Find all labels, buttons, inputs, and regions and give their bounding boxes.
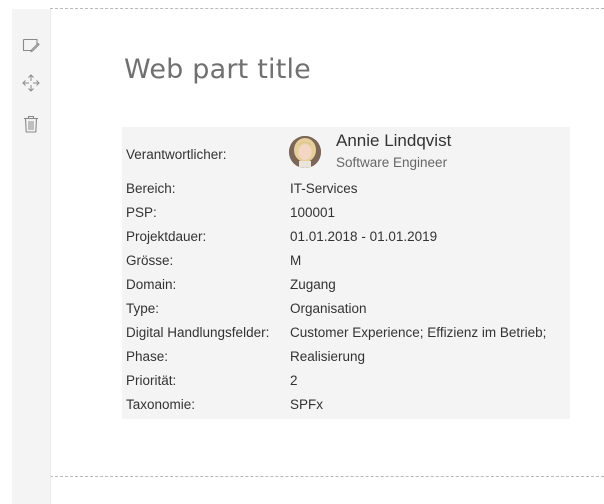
detail-value: M [290, 253, 302, 268]
detail-value: 01.01.2018 - 01.01.2019 [290, 229, 438, 244]
detail-label: Bereich: [126, 181, 176, 196]
move-icon [22, 74, 40, 92]
detail-value: IT-Services [290, 181, 358, 196]
delete-icon [23, 115, 39, 133]
detail-value: Customer Experience; Effizienz im Betrie… [290, 325, 547, 340]
edit-icon [22, 37, 40, 53]
webpart-title[interactable]: Web part title [124, 54, 311, 85]
detail-value: SPFx [290, 397, 324, 412]
webpart-toolbar [12, 9, 51, 504]
detail-label: Type: [126, 301, 160, 316]
detail-label: Digital Handlungsfelder: [126, 325, 270, 340]
detail-label: Taxonomie: [126, 397, 196, 412]
detail-value: Zugang [290, 277, 336, 292]
detail-value: Realisierung [290, 349, 366, 364]
detail-label: Grösse: [126, 253, 174, 268]
webpart-canvas: Web part title Verantwortlicher: Annie L… [0, 0, 604, 504]
person-name[interactable]: Annie Lindqvist [336, 131, 451, 151]
detail-label: Projektdauer: [126, 229, 207, 244]
detail-label: PSP: [126, 205, 157, 220]
detail-label: Phase: [126, 349, 169, 364]
move-webpart-button[interactable] [21, 73, 41, 93]
detail-row: Priorität: 2 [122, 369, 570, 393]
avatar[interactable] [289, 136, 321, 168]
detail-row: Taxonomie: SPFx [122, 393, 570, 417]
detail-row: Projektdauer: 01.01.2018 - 01.01.2019 [122, 225, 570, 249]
detail-row: Phase: Realisierung [122, 345, 570, 369]
zone-border-bottom [50, 476, 604, 477]
detail-value: 100001 [290, 205, 336, 220]
responsible-person-row: Verantwortlicher: Annie Lindqvist Softwa… [122, 127, 570, 181]
detail-row: Type: Organisation [122, 297, 570, 321]
detail-row: Domain: Zugang [122, 273, 570, 297]
detail-row: Grösse: M [122, 249, 570, 273]
person-role: Software Engineer [336, 155, 448, 170]
detail-label: Priorität: [126, 373, 177, 388]
responsible-label: Verantwortlicher: [126, 147, 227, 162]
detail-row: PSP: 100001 [122, 201, 570, 225]
detail-label: Domain: [126, 277, 177, 292]
delete-webpart-button[interactable] [21, 114, 41, 134]
detail-row: Bereich: IT-Services [122, 177, 570, 201]
detail-value: 2 [290, 373, 298, 388]
zone-border-top [50, 8, 604, 9]
project-details-panel: Verantwortlicher: Annie Lindqvist Softwa… [122, 127, 570, 419]
detail-value: Organisation [290, 301, 367, 316]
edit-webpart-button[interactable] [21, 35, 41, 55]
detail-row: Digital Handlungsfelder: Customer Experie… [122, 321, 570, 345]
